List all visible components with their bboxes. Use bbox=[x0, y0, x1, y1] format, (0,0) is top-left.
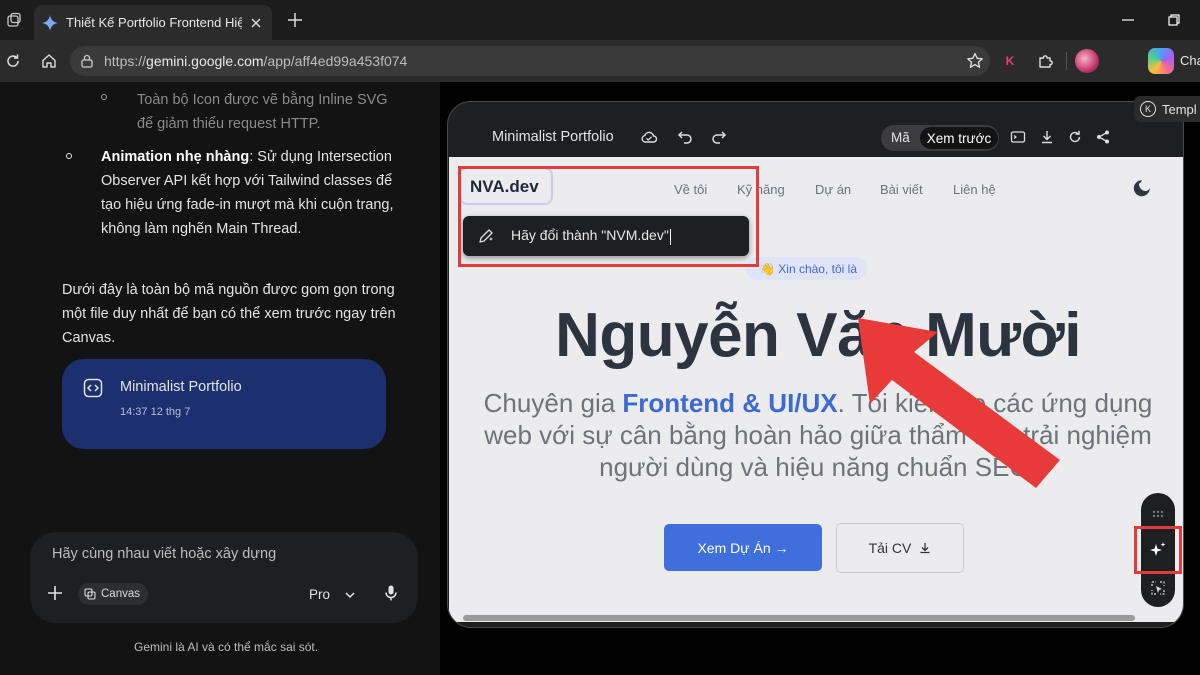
nav-contact[interactable]: Liên hệ bbox=[953, 182, 996, 197]
canvas-chip-label: Canvas bbox=[101, 588, 140, 600]
restore-icon[interactable] bbox=[1164, 10, 1184, 30]
chat-panel: Toàn bộ Icon được vẽ bằng Inline SVG để … bbox=[0, 82, 440, 675]
canvas-title: Minimalist Portfolio bbox=[492, 129, 614, 145]
copilot-label[interactable]: Cha bbox=[1180, 53, 1200, 68]
lock-icon[interactable] bbox=[80, 54, 94, 68]
annotation-box-brand bbox=[458, 166, 759, 267]
download-cv-button[interactable]: Tải CV bbox=[836, 523, 964, 573]
canvas-card-name: Minimalist Portfolio bbox=[120, 379, 242, 395]
canvas-card-time: 14:37 12 thg 7 bbox=[120, 406, 191, 418]
download-icon[interactable] bbox=[1038, 128, 1056, 146]
browser-tab-active[interactable]: Thiết Kế Portfolio Frontend Hiện Đ bbox=[34, 5, 272, 40]
prompt-input[interactable]: Hãy cùng nhau viết hoặc xây dựng Canvas … bbox=[30, 532, 418, 623]
bullet-icon bbox=[66, 153, 72, 159]
refresh-icon[interactable] bbox=[1066, 128, 1084, 146]
share-icon[interactable] bbox=[1094, 128, 1112, 146]
star-icon[interactable] bbox=[966, 52, 984, 70]
copilot-icon[interactable] bbox=[1148, 48, 1174, 74]
canvas-card[interactable]: Minimalist Portfolio 14:37 12 thg 7 bbox=[62, 359, 386, 449]
url-text: https://gemini.google.com/app/aff4ed99a4… bbox=[104, 53, 408, 69]
puzzle-icon[interactable] bbox=[1036, 51, 1056, 71]
hero-name: Nguyễn Văn Mười bbox=[555, 301, 1081, 370]
undo-icon[interactable] bbox=[676, 128, 694, 146]
address-bar: https://gemini.google.com/app/aff4ed99a4… bbox=[0, 40, 1200, 82]
download-cv-label: Tải CV bbox=[868, 540, 912, 556]
nav-projects[interactable]: Dự án bbox=[815, 182, 851, 197]
hello-badge: 👋 Xin chào, tôi là bbox=[746, 257, 867, 280]
bullet-text: Animation nhẹ nhàng: Sử dụng Intersectio… bbox=[101, 149, 394, 237]
mic-icon[interactable] bbox=[382, 584, 400, 602]
code-preview-toggle: Mã Xem trước bbox=[881, 125, 999, 151]
template-label: Templ bbox=[1162, 101, 1197, 117]
cloud-icon[interactable] bbox=[640, 128, 658, 146]
moon-icon[interactable] bbox=[1131, 177, 1153, 199]
annotation-box-sparkle bbox=[1134, 526, 1182, 574]
avatar[interactable] bbox=[1075, 49, 1099, 73]
gemini-favicon bbox=[42, 14, 58, 31]
view-projects-button[interactable]: Xem Dự Án → bbox=[664, 524, 822, 571]
terminal-icon[interactable] bbox=[1009, 128, 1027, 146]
toggle-code[interactable]: Mã bbox=[891, 130, 910, 145]
sub-bullet-text: Toàn bộ Icon được vẽ bằng Inline SVG để … bbox=[137, 92, 388, 132]
canvas-chip[interactable]: Canvas bbox=[78, 583, 148, 605]
hero-description: Chuyên gia Frontend & UI/UX. Tôi kiến tạ… bbox=[483, 388, 1153, 482]
close-icon[interactable] bbox=[248, 15, 264, 31]
model-selector[interactable]: Pro bbox=[309, 587, 356, 602]
workspaces-icon[interactable] bbox=[2, 8, 26, 32]
toggle-preview[interactable]: Xem trước bbox=[920, 127, 998, 149]
canvas-chip-icon bbox=[84, 588, 96, 600]
redo-icon[interactable] bbox=[710, 128, 728, 146]
browser-tab-bar: Thiết Kế Portfolio Frontend Hiện Đ bbox=[0, 0, 1200, 40]
tab-title: Thiết Kế Portfolio Frontend Hiện Đ bbox=[66, 15, 242, 30]
sub-bullet-icon bbox=[101, 94, 107, 100]
url-field[interactable]: https://gemini.google.com/app/aff4ed99a4… bbox=[70, 46, 990, 76]
model-label: Pro bbox=[309, 587, 331, 602]
disclaimer: Gemini là AI và có thể mắc sai sót. bbox=[134, 640, 319, 654]
code-icon bbox=[83, 378, 103, 398]
template-chip[interactable]: K Templ bbox=[1134, 96, 1200, 122]
home-icon[interactable] bbox=[38, 50, 60, 72]
chevron-down-icon bbox=[344, 589, 356, 601]
select-icon[interactable] bbox=[1149, 579, 1167, 597]
template-badge-icon: K bbox=[1140, 101, 1156, 117]
canvas-toolbar: Minimalist Portfolio Mã Xem trước bbox=[448, 102, 1183, 158]
horizontal-scrollbar[interactable] bbox=[463, 615, 1135, 621]
drag-handle-icon[interactable] bbox=[1149, 505, 1167, 523]
download-icon bbox=[920, 543, 930, 554]
extension-k-icon[interactable]: K bbox=[1000, 51, 1020, 71]
prompt-placeholder: Hãy cùng nhau viết hoặc xây dựng bbox=[52, 546, 277, 562]
reload-icon[interactable] bbox=[2, 50, 24, 72]
vertical-scrollbar[interactable] bbox=[1183, 171, 1184, 233]
minimize-icon[interactable] bbox=[1118, 10, 1138, 30]
nav-blog[interactable]: Bài viết bbox=[880, 182, 923, 197]
toolbar-divider bbox=[1066, 52, 1067, 70]
chat-paragraph: Dưới đây là toàn bộ mã nguồn được gom gọ… bbox=[62, 282, 396, 346]
plus-icon[interactable] bbox=[46, 584, 64, 602]
new-tab-button[interactable] bbox=[284, 9, 306, 31]
